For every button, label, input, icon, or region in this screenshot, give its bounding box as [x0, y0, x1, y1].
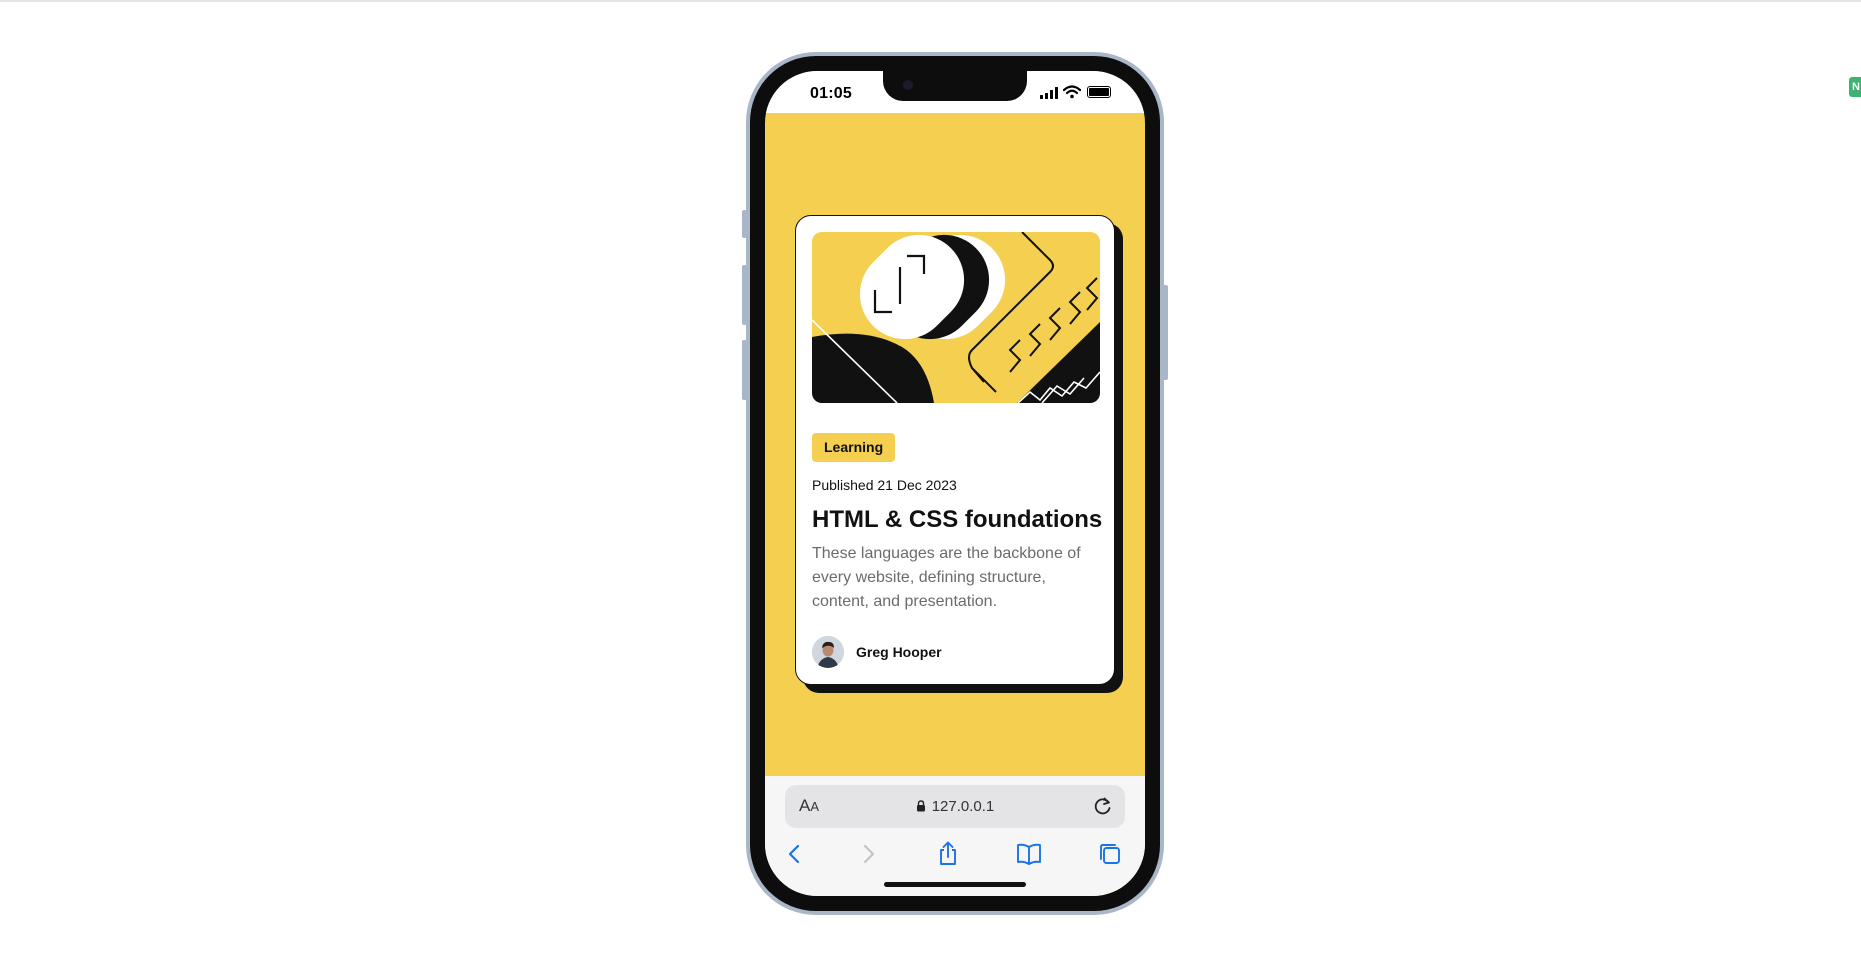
back-icon[interactable] — [782, 841, 808, 867]
home-indicator — [884, 882, 1026, 887]
published-date: Published 21 Dec 2023 — [812, 477, 957, 493]
safari-toolbar: AA 127.0.0.1 — [765, 776, 1145, 896]
author-avatar — [812, 636, 844, 668]
address-bar[interactable]: AA 127.0.0.1 — [785, 785, 1125, 828]
tabs-icon[interactable] — [1097, 841, 1123, 867]
author-name: Greg Hooper — [856, 644, 942, 660]
share-icon[interactable] — [935, 841, 961, 867]
category-tag[interactable]: Learning — [812, 433, 896, 462]
phone-screen: 01:05 Learning Published 21 Dec 2023 HTM… — [765, 71, 1145, 896]
signal-icon — [1040, 87, 1058, 99]
card-illustration — [812, 232, 1100, 403]
status-time: 01:05 — [810, 85, 852, 102]
volume-up-button — [742, 265, 747, 325]
power-button — [1163, 285, 1168, 380]
author: Greg Hooper — [812, 636, 942, 668]
battery-icon — [1087, 86, 1111, 98]
notch — [883, 71, 1027, 101]
card-title[interactable]: HTML & CSS foundations — [812, 506, 1102, 534]
volume-down-button — [742, 340, 747, 400]
forward-icon[interactable] — [855, 841, 881, 867]
lock-icon — [916, 800, 925, 812]
top-divider — [0, 0, 1861, 2]
card-description: These languages are the backbone of ever… — [812, 545, 1081, 610]
reload-icon[interactable] — [1093, 796, 1113, 816]
status-bar: 01:05 — [765, 71, 1145, 113]
wifi-icon — [1063, 85, 1081, 99]
blog-preview-card[interactable]: Learning Published 21 Dec 2023 HTML & CS… — [795, 215, 1115, 685]
url-text: 127.0.0.1 — [931, 798, 995, 815]
front-camera — [903, 80, 913, 90]
extension-badge[interactable]: N — [1849, 77, 1861, 97]
url-display[interactable]: 127.0.0.1 — [785, 798, 1125, 815]
mute-switch — [742, 210, 747, 238]
bookmarks-icon[interactable] — [1016, 841, 1042, 867]
